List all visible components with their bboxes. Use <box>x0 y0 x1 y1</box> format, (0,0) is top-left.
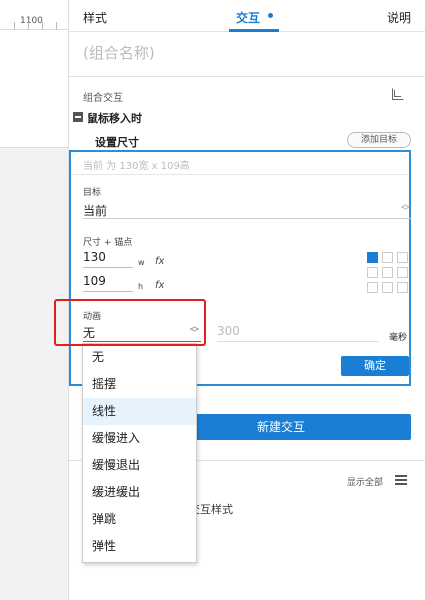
dropdown-option[interactable]: 摇摆 <box>83 371 196 398</box>
group-name-field[interactable]: (组合名称) <box>83 42 155 63</box>
divider <box>71 174 409 175</box>
anchor-grid <box>367 252 413 298</box>
duration-input[interactable]: 300 <box>217 324 240 338</box>
anchor-middle-right[interactable] <box>397 267 408 278</box>
dropdown-option-hovered[interactable]: 线性 <box>83 398 196 425</box>
fx-icon[interactable]: fx <box>155 280 164 291</box>
anchor-center[interactable] <box>382 267 393 278</box>
height-input[interactable]: 109 <box>83 274 106 288</box>
dropdown-option[interactable]: 缓慢进入 <box>83 425 196 452</box>
height-underline <box>83 291 133 292</box>
anchor-bottom-center[interactable] <box>382 282 393 293</box>
ruler-tick <box>42 22 43 30</box>
fx-icon[interactable]: fx <box>155 256 164 267</box>
anchor-top-left[interactable] <box>367 252 378 263</box>
size-label: 尺寸 + 锚点 <box>83 238 133 248</box>
ruler-tick <box>14 22 15 30</box>
tab-active-dot <box>268 13 273 18</box>
dropdown-option[interactable]: 缓慢退出 <box>83 452 196 479</box>
canvas-page[interactable] <box>0 30 68 148</box>
show-all-link[interactable]: 显示全部 <box>347 475 383 488</box>
ruler-value: 1100 <box>20 16 43 26</box>
duration-unit: 毫秒 <box>389 333 408 343</box>
highlight-box <box>54 299 206 346</box>
tab-bar: 样式 交互 说明 <box>69 0 425 32</box>
event-label: 鼠标移入时 <box>87 112 142 125</box>
dropdown-option[interactable]: 缓进缓出 <box>83 479 196 506</box>
ruler-tick <box>56 22 57 30</box>
width-input[interactable]: 130 <box>83 250 106 264</box>
height-unit: h <box>138 282 144 291</box>
anchor-bottom-left[interactable] <box>367 282 378 293</box>
divider <box>69 76 425 77</box>
tab-notes[interactable]: 说明 <box>387 9 411 26</box>
action-label[interactable]: 设置尺寸 <box>95 134 139 150</box>
tab-style[interactable]: 样式 <box>83 9 107 26</box>
width-unit: w <box>138 258 145 267</box>
anchor-top-center[interactable] <box>382 252 393 263</box>
anchor-bottom-right[interactable] <box>397 282 408 293</box>
animation-dropdown: 无 摇摆 线性 缓慢进入 缓慢退出 缓进缓出 弹跳 弹性 <box>82 343 197 563</box>
ruler-tick <box>28 22 29 30</box>
section-title: 组合交互 <box>83 93 123 104</box>
chevron-up-down-icon[interactable]: ︿ ﹀ <box>401 201 410 217</box>
tab-active-underline <box>229 29 279 32</box>
minus-icon[interactable] <box>73 112 83 122</box>
ruler: 1100 <box>0 0 68 30</box>
target-underline <box>83 218 411 219</box>
tab-interaction[interactable]: 交互 <box>236 9 260 26</box>
duration-underline <box>217 341 379 342</box>
width-underline <box>83 267 133 268</box>
target-label: 目标 <box>83 188 102 198</box>
collapse-icon[interactable] <box>392 88 404 100</box>
target-select[interactable]: 当前 <box>83 202 107 219</box>
anchor-top-right[interactable] <box>397 252 408 263</box>
anchor-middle-left[interactable] <box>367 267 378 278</box>
add-target-button[interactable]: 添加目标 <box>347 132 411 148</box>
config-summary: 当前 为 130宽 x 109高 <box>83 161 190 172</box>
confirm-button[interactable]: 确定 <box>341 356 409 376</box>
menu-icon[interactable] <box>395 475 407 485</box>
dropdown-option[interactable]: 弹跳 <box>83 506 196 533</box>
dropdown-option[interactable]: 无 <box>83 344 196 371</box>
dropdown-option[interactable]: 弹性 <box>83 533 196 560</box>
